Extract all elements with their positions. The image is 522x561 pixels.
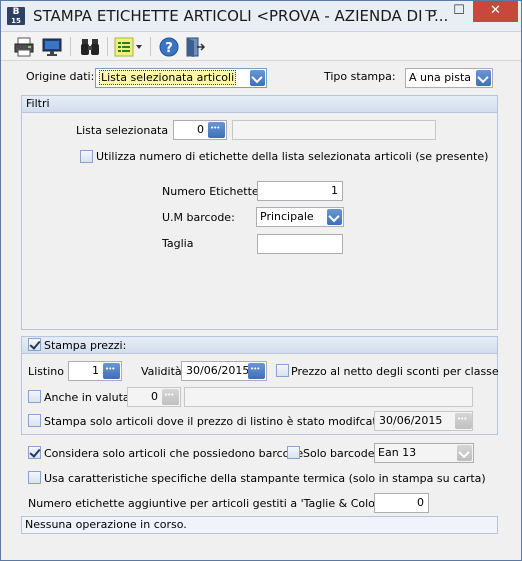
toolbar-separator [70, 37, 71, 56]
currency-lookup-button[interactable] [162, 389, 179, 405]
origin-label: Origine dati: [26, 70, 95, 83]
close-button[interactable]: ✕ [473, 1, 518, 22]
app-icon-letter: B [12, 7, 20, 17]
print-type-value: A una pista [409, 71, 472, 84]
chevron-down-icon[interactable] [327, 209, 342, 225]
chevron-down-icon[interactable] [457, 445, 472, 461]
currency-description [184, 387, 473, 407]
label-count-label: Numero Etichette [162, 185, 259, 198]
barcode-type-select[interactable]: Ean 13 [374, 443, 474, 463]
modified-date-value: 30/06/2015 [379, 414, 443, 427]
status-bar: Nessuna operazione in corso. [21, 516, 498, 534]
list-settings-icon[interactable] [114, 36, 144, 58]
use-list-labels-checkbox[interactable] [80, 150, 93, 163]
chevron-down-icon[interactable] [476, 70, 491, 86]
label-count-input[interactable]: 1 [257, 181, 343, 201]
net-price-label: Prezzo al netto degli sconti per classe [291, 365, 499, 378]
filters-title: Filtri [26, 97, 50, 110]
selected-list-lookup-button[interactable] [208, 122, 225, 138]
validity-calendar-button[interactable] [248, 363, 265, 379]
validity-label: Validità [141, 365, 182, 378]
label-count-value: 1 [331, 184, 338, 197]
currency-checkbox[interactable] [28, 390, 41, 403]
title-bar[interactable]: B 15 STAMPA ETICHETTE ARTICOLI <PROVA - … [1, 1, 521, 32]
origin-value: Lista selezionata articoli [99, 70, 237, 85]
help-icon[interactable]: ? [158, 36, 180, 58]
binoculars-icon[interactable] [79, 36, 101, 58]
toolbar-separator [107, 37, 108, 56]
monitor-icon[interactable] [41, 36, 63, 58]
listino-label: Listino [28, 365, 64, 378]
modified-price-label: Stampa solo articoli dove il prezzo di l… [44, 415, 404, 428]
app-icon[interactable]: B 15 [7, 7, 25, 25]
extra-labels-input[interactable]: 0 [374, 493, 429, 513]
window-title: STAMPA ETICHETTE ARTICOLI <PROVA - AZIEN… [33, 7, 449, 25]
modified-price-checkbox[interactable] [28, 414, 41, 427]
printer-icon[interactable] [13, 36, 35, 58]
print-type-select[interactable]: A una pista [405, 68, 493, 88]
svg-text:?: ? [165, 41, 173, 56]
chevron-down-icon[interactable] [250, 70, 265, 86]
thermal-printer-label: Usa caratteristiche specifiche della sta… [44, 472, 486, 485]
origin-select[interactable]: Lista selezionata articoli [95, 68, 267, 88]
barcode-type-value: Ean 13 [378, 446, 417, 459]
print-prices-checkbox[interactable] [28, 338, 41, 351]
use-list-labels-label: Utilizza numero di etichette della lista… [96, 150, 489, 163]
toolbar: ? [1, 32, 521, 61]
currency-label: Anche in valuta [44, 391, 130, 404]
thermal-printer-checkbox[interactable] [28, 471, 41, 484]
selected-list-value: 0 [197, 123, 204, 136]
print-type-label: Tipo stampa: [324, 70, 396, 83]
um-barcode-label: U.M barcode: [162, 211, 235, 224]
size-label: Taglia [162, 237, 194, 250]
app-icon-number: 15 [11, 17, 21, 25]
size-input[interactable] [257, 234, 343, 254]
only-barcode-items-label: Considera solo articoli che possiedono b… [44, 447, 304, 460]
only-barcode-items-checkbox[interactable] [28, 446, 41, 459]
only-barcode-checkbox[interactable] [287, 446, 300, 459]
net-price-checkbox[interactable] [276, 364, 289, 377]
toolbar-separator [150, 37, 151, 56]
currency-value: 0 [151, 390, 158, 403]
only-barcode-label: Solo barcode: [303, 447, 379, 460]
minimize-button[interactable]: — [417, 1, 445, 22]
extra-labels-label: Numero etichette aggiuntive per articoli… [28, 497, 386, 510]
modified-date-calendar-button[interactable] [455, 413, 472, 429]
selected-list-label: Lista selezionata [76, 124, 169, 137]
um-barcode-value: Principale [260, 210, 314, 223]
maximize-button[interactable]: ☐ [445, 1, 473, 22]
selected-list-description [232, 120, 436, 140]
filters-panel-header: Filtri [22, 96, 497, 113]
listino-value: 1 [92, 364, 99, 377]
um-barcode-select[interactable]: Principale [256, 207, 344, 227]
validity-value: 30/06/2015 [186, 364, 250, 377]
exit-door-icon[interactable] [184, 36, 206, 58]
print-prices-label: Stampa prezzi: [44, 339, 127, 352]
extra-labels-value: 0 [417, 496, 424, 509]
window: B 15 STAMPA ETICHETTE ARTICOLI <PROVA - … [0, 0, 522, 561]
status-text: Nessuna operazione in corso. [25, 518, 187, 531]
listino-lookup-button[interactable] [103, 363, 120, 379]
